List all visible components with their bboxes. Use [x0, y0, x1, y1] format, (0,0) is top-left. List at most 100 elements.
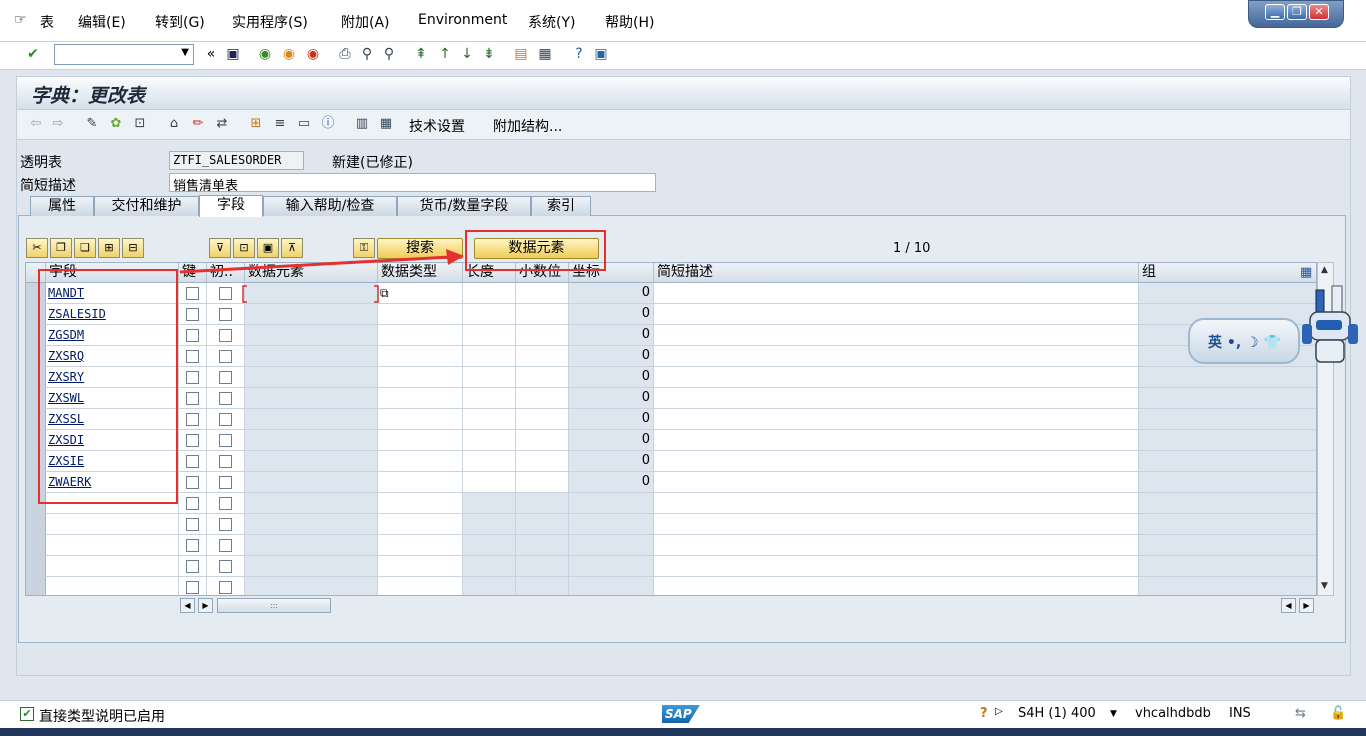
- data-type-cell[interactable]: [378, 346, 463, 367]
- tab-input-help-check[interactable]: 输入帮助/检查: [263, 196, 397, 216]
- restore-button[interactable]: ❐: [1287, 4, 1307, 20]
- key-cell[interactable]: [179, 367, 207, 388]
- find-icon[interactable]: ⚲: [358, 45, 376, 63]
- length-cell[interactable]: [463, 514, 516, 535]
- row-selector[interactable]: [26, 535, 46, 556]
- technical-settings-button[interactable]: 技术设置: [409, 116, 465, 136]
- find-next-icon[interactable]: ⚲: [380, 45, 398, 63]
- length-cell[interactable]: [463, 535, 516, 556]
- length-cell[interactable]: [463, 577, 516, 595]
- decimals-cell[interactable]: [516, 430, 569, 451]
- initial-checkbox[interactable]: [219, 581, 232, 594]
- tab-delivery-maintenance[interactable]: 交付和维护: [94, 196, 199, 216]
- initial-cell[interactable]: [207, 304, 245, 325]
- field-cell[interactable]: [46, 514, 179, 535]
- initial-cell[interactable]: [207, 430, 245, 451]
- decimals-cell[interactable]: [516, 388, 569, 409]
- initial-checkbox[interactable]: [219, 308, 232, 321]
- initial-checkbox[interactable]: [219, 539, 232, 552]
- display-change-icon[interactable]: ✎: [83, 115, 101, 133]
- chevron-down-icon[interactable]: ▼: [181, 47, 189, 58]
- key-checkbox[interactable]: [186, 476, 199, 489]
- short-desc-field[interactable]: 销售清单表: [169, 173, 656, 194]
- row-selector[interactable]: [26, 514, 46, 535]
- row-selector[interactable]: [26, 577, 46, 595]
- close-button[interactable]: ✕: [1309, 4, 1329, 20]
- initial-checkbox[interactable]: [219, 329, 232, 342]
- help-icon[interactable]: ?: [570, 45, 588, 63]
- next-object-icon[interactable]: ⇨: [49, 115, 67, 133]
- system-dropdown-icon[interactable]: ▼: [1110, 709, 1117, 719]
- status-expand-icon[interactable]: ▷: [995, 706, 1003, 717]
- data-type-cell[interactable]: [378, 388, 463, 409]
- data-type-cell[interactable]: [378, 577, 463, 595]
- short-desc-cell[interactable]: [654, 535, 1139, 556]
- column-header-data-element[interactable]: 数据元素: [245, 263, 378, 283]
- data-type-cell[interactable]: [378, 409, 463, 430]
- initial-checkbox[interactable]: [219, 455, 232, 468]
- length-cell[interactable]: [463, 304, 516, 325]
- details-icon[interactable]: ⊡: [233, 238, 255, 258]
- command-field[interactable]: ▼: [54, 44, 194, 65]
- key-cell[interactable]: [179, 283, 207, 304]
- length-cell[interactable]: [463, 556, 516, 577]
- length-cell[interactable]: [463, 388, 516, 409]
- initial-checkbox[interactable]: [219, 392, 232, 405]
- menu-icon[interactable]: ☞: [14, 12, 27, 28]
- print-icon[interactable]: ⎙: [336, 45, 354, 63]
- initial-cell[interactable]: [207, 283, 245, 304]
- data-type-cell[interactable]: [378, 304, 463, 325]
- decimals-cell[interactable]: [516, 577, 569, 595]
- exit-icon[interactable]: ◉: [280, 45, 298, 63]
- field-cell[interactable]: [46, 556, 179, 577]
- short-desc-cell[interactable]: [654, 409, 1139, 430]
- key-checkbox[interactable]: [186, 455, 199, 468]
- copy-icon[interactable]: ❐: [50, 238, 72, 258]
- short-desc-cell[interactable]: [654, 367, 1139, 388]
- short-desc-cell[interactable]: [654, 451, 1139, 472]
- decimals-cell[interactable]: [516, 451, 569, 472]
- initial-cell[interactable]: [207, 493, 245, 514]
- initial-cell[interactable]: [207, 451, 245, 472]
- back-icon[interactable]: ◉: [256, 45, 274, 63]
- length-cell[interactable]: [463, 472, 516, 493]
- key-cell[interactable]: [179, 304, 207, 325]
- sort-down-icon[interactable]: ⊽: [209, 238, 231, 258]
- layout-icon[interactable]: ⇆: [1295, 706, 1306, 721]
- previous-object-icon[interactable]: ⇦: [27, 115, 45, 133]
- scroll-right-icon[interactable]: ▶: [198, 598, 213, 613]
- length-cell[interactable]: [463, 409, 516, 430]
- hierarchy-icon[interactable]: ⊞: [247, 115, 265, 133]
- short-desc-cell[interactable]: [654, 388, 1139, 409]
- new-session-icon[interactable]: ▤: [512, 45, 530, 63]
- initial-checkbox[interactable]: [219, 476, 232, 489]
- system-info[interactable]: S4H (1) 400: [1018, 706, 1096, 721]
- field-cell[interactable]: [46, 577, 179, 595]
- horizontal-scroll-thumb[interactable]: :::: [217, 598, 331, 613]
- key-checkbox[interactable]: [186, 413, 199, 426]
- append-structure-button[interactable]: 附加结构...: [493, 116, 562, 136]
- column-settings-icon[interactable]: ▦: [1300, 265, 1312, 280]
- key-cell[interactable]: [179, 556, 207, 577]
- last-page-icon[interactable]: ⇟: [480, 45, 498, 63]
- initial-checkbox[interactable]: [219, 518, 232, 531]
- initial-cell[interactable]: [207, 535, 245, 556]
- data-type-cell[interactable]: ⧉: [378, 283, 463, 304]
- minimize-button[interactable]: ▁: [1265, 4, 1285, 20]
- insert-row-icon[interactable]: ⊞: [98, 238, 120, 258]
- decimals-cell[interactable]: [516, 535, 569, 556]
- key-checkbox[interactable]: [186, 350, 199, 363]
- short-desc-cell[interactable]: [654, 472, 1139, 493]
- length-cell[interactable]: [463, 325, 516, 346]
- length-cell[interactable]: [463, 451, 516, 472]
- decimals-cell[interactable]: [516, 409, 569, 430]
- tab-indexes[interactable]: 索引: [531, 196, 591, 216]
- menu-item-table[interactable]: 表: [40, 12, 54, 32]
- menu-item-edit[interactable]: 编辑(E): [78, 12, 126, 32]
- menu-item-extras[interactable]: 附加(A): [341, 12, 390, 32]
- data-type-cell[interactable]: [378, 535, 463, 556]
- cut-icon[interactable]: ✂: [26, 238, 48, 258]
- length-cell[interactable]: [463, 493, 516, 514]
- scroll-right-icon[interactable]: ▶: [1299, 598, 1314, 613]
- insert-mode[interactable]: INS: [1229, 706, 1251, 721]
